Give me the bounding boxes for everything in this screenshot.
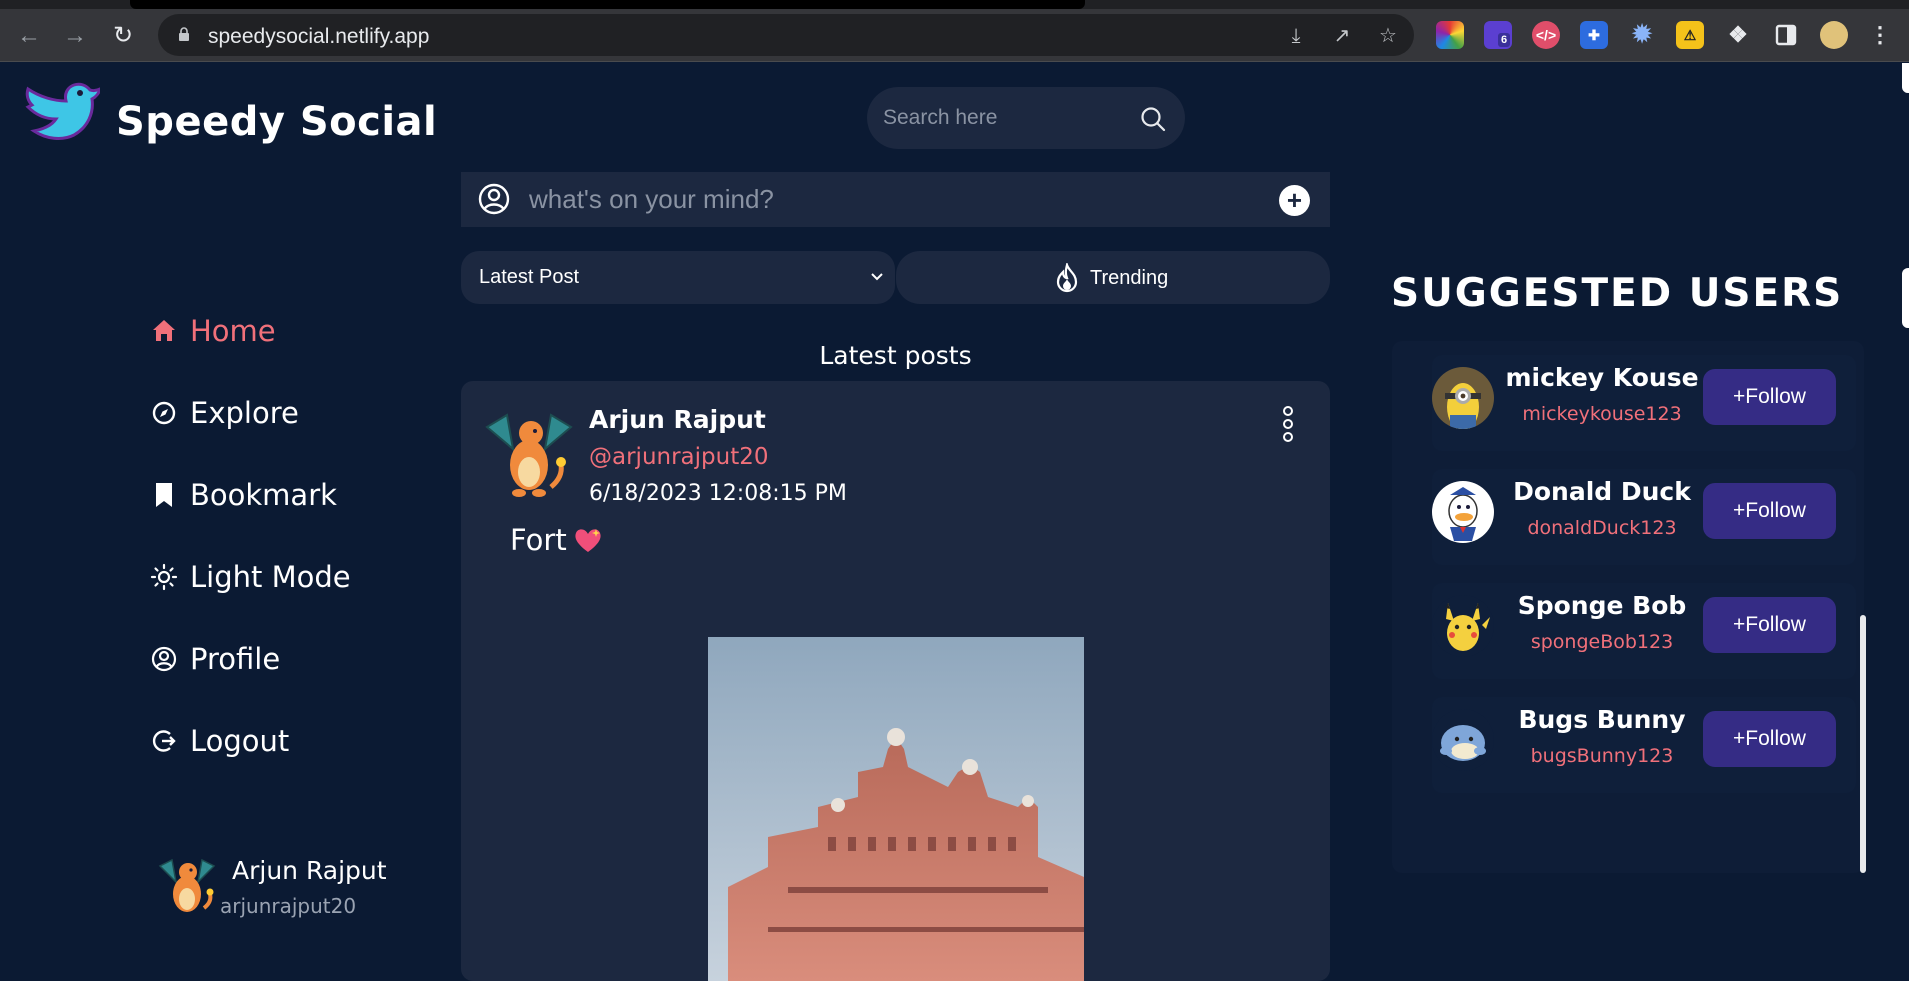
browser-tab-strip	[0, 0, 1909, 9]
side-panel-icon[interactable]	[1772, 21, 1800, 49]
search-bar[interactable]	[867, 87, 1185, 149]
profile-avatar-icon[interactable]	[1820, 21, 1848, 49]
sidebar-item-bookmark[interactable]: Bookmark	[150, 473, 337, 517]
address-bar[interactable]: speedysocial.netlify.app ⤓ ↗ ☆	[158, 14, 1414, 56]
trending-button[interactable]: Trending	[896, 251, 1330, 304]
spark-extension-icon[interactable]: ✹	[1628, 21, 1656, 49]
code-extension-icon[interactable]: </>	[1532, 21, 1560, 49]
suggested-users-title: SUGGESTED USERS	[1391, 271, 1844, 316]
bird-logo-icon[interactable]	[22, 81, 100, 149]
browser-active-tab[interactable]	[130, 0, 1085, 9]
feed-title: Latest posts	[819, 341, 972, 370]
pen-extension-icon[interactable]: ✚	[1580, 21, 1608, 49]
page-edge-indicator	[1902, 63, 1909, 93]
sidebar-item-logout[interactable]: Logout	[150, 719, 289, 763]
sidebar-item-home[interactable]: Home	[150, 309, 276, 353]
trending-label: Trending	[1090, 266, 1169, 289]
minion-avatar[interactable]	[1432, 367, 1494, 429]
bookmark-star-icon[interactable]: ☆	[1376, 24, 1400, 48]
flame-icon	[1056, 263, 1078, 293]
sparkling-heart-icon	[575, 529, 601, 552]
sidebar-item-light-mode[interactable]: Light Mode	[150, 555, 351, 599]
post-text-content: Fort	[510, 523, 567, 557]
post-author-handle[interactable]: @arjunrajput20	[589, 444, 769, 470]
sidebar-item-explore[interactable]: Explore	[150, 391, 299, 435]
pikachu-avatar[interactable]	[1432, 595, 1494, 657]
extension-badge-count: 6	[1498, 33, 1511, 47]
puzzle-icon[interactable]: ❖	[1724, 21, 1752, 49]
more-menu-icon[interactable]: ⋮	[1866, 21, 1894, 49]
charizard-avatar	[158, 858, 216, 912]
chevron-down-icon	[871, 273, 883, 281]
suggested-user-card: mickey Kouse mickeykouse123 +Follow	[1432, 355, 1856, 451]
back-arrow-icon[interactable]: ←	[16, 23, 42, 49]
sidebar-item-profile[interactable]: Profile	[150, 637, 280, 681]
sort-select-value: Latest Post	[479, 266, 580, 288]
suggested-user-card: Sponge Bob spongeBob123 +Follow	[1432, 583, 1856, 679]
charizard-avatar[interactable]	[483, 405, 575, 503]
suggested-user-card: Bugs Bunny bugsBunny123 +Follow	[1432, 697, 1856, 793]
user-circle-icon	[478, 183, 510, 215]
install-app-icon[interactable]: ⤓	[1284, 24, 1308, 48]
sidebar-item-label: Explore	[190, 396, 299, 430]
user-circle-icon	[151, 646, 177, 672]
current-user-handle: arjunrajput20	[220, 894, 357, 918]
follow-button[interactable]: +Follow	[1703, 711, 1836, 767]
post-image-fort[interactable]	[708, 637, 1084, 981]
post-author-name[interactable]: Arjun Rajput	[589, 405, 766, 434]
lock-icon	[179, 27, 189, 41]
page-edge-indicator	[1902, 268, 1909, 328]
suggested-user-handle[interactable]: spongeBob123	[1502, 631, 1702, 653]
search-icon[interactable]	[1139, 105, 1167, 133]
more-options-icon[interactable]	[1281, 405, 1295, 443]
sort-select[interactable]: Latest Post	[461, 251, 895, 304]
home-icon	[153, 320, 175, 341]
current-user-card[interactable]: Arjun Rajput arjunrajput20	[150, 848, 410, 928]
share-icon[interactable]: ↗	[1330, 24, 1354, 48]
app-root: Speedy Social Home Explore Bookmark Ligh…	[0, 63, 1909, 981]
post-input[interactable]	[529, 182, 1229, 216]
suggested-user-name[interactable]: Bugs Bunny	[1502, 705, 1702, 734]
sidebar-item-label: Profile	[190, 642, 281, 676]
browser-toolbar: ← → ↻ speedysocial.netlify.app ⤓ ↗ ☆ 6 <…	[0, 9, 1909, 62]
donald-duck-avatar[interactable]	[1432, 481, 1494, 543]
sidebar-item-label: Home	[190, 314, 276, 348]
extension-badge-icon[interactable]: 6	[1484, 21, 1512, 49]
suggested-user-handle[interactable]: bugsBunny123	[1502, 745, 1702, 767]
reload-icon[interactable]: ↻	[110, 23, 136, 49]
post-text: Fort	[510, 523, 603, 557]
post-card: Arjun Rajput @arjunrajput20 6/18/2023 12…	[461, 381, 1330, 981]
add-post-button[interactable]: +	[1279, 185, 1310, 216]
color-picker-extension-icon[interactable]	[1436, 21, 1464, 49]
logout-icon	[152, 730, 176, 752]
sidebar-item-label: Light Mode	[190, 560, 351, 594]
follow-button[interactable]: +Follow	[1703, 369, 1836, 425]
sidebar-item-label: Logout	[190, 724, 290, 758]
sun-icon	[150, 563, 178, 591]
current-user-name: Arjun Rajput	[232, 856, 387, 885]
forward-arrow-icon[interactable]: →	[62, 23, 88, 49]
spheal-avatar[interactable]	[1432, 709, 1494, 771]
post-timestamp: 6/18/2023 12:08:15 PM	[589, 481, 847, 506]
compass-icon	[152, 401, 176, 425]
follow-button[interactable]: +Follow	[1703, 483, 1836, 539]
suggested-user-card: Donald Duck donaldDuck123 +Follow	[1432, 469, 1856, 565]
post-composer: +	[461, 172, 1330, 227]
url-text[interactable]: speedysocial.netlify.app	[208, 25, 429, 49]
suggested-user-name[interactable]: Donald Duck	[1502, 477, 1702, 506]
sidebar-item-label: Bookmark	[190, 478, 337, 512]
suggested-user-handle[interactable]: donaldDuck123	[1502, 517, 1702, 539]
suggested-users-panel: mickey Kouse mickeykouse123 +Follow Dona…	[1392, 341, 1864, 873]
suggested-users-scrollbar[interactable]	[1860, 615, 1866, 873]
search-input[interactable]	[883, 101, 1123, 135]
suggested-user-handle[interactable]: mickeykouse123	[1502, 403, 1702, 425]
bookmark-icon	[156, 483, 172, 507]
suggested-user-name[interactable]: mickey Kouse	[1502, 363, 1702, 392]
follow-button[interactable]: +Follow	[1703, 597, 1836, 653]
warning-extension-icon[interactable]: ⚠	[1676, 21, 1704, 49]
brand-title[interactable]: Speedy Social	[116, 99, 437, 145]
suggested-user-name[interactable]: Sponge Bob	[1502, 591, 1702, 620]
